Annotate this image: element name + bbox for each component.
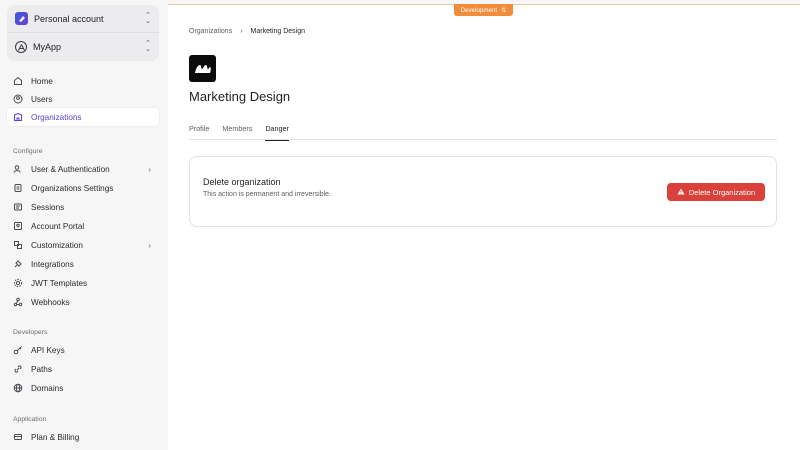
- key-icon: [13, 345, 23, 355]
- environment-badge-label: Development: [460, 6, 498, 14]
- app-label: MyApp: [33, 42, 62, 52]
- sidebar-item-label: Plan & Billing: [31, 432, 80, 442]
- chevron-right-icon: ›: [148, 240, 151, 250]
- tab-danger[interactable]: Danger: [265, 122, 289, 141]
- sidebar-item-label: Customization: [31, 240, 83, 250]
- breadcrumb-organizations-link[interactable]: Organizations: [189, 28, 232, 35]
- sidebar-item-organizations-settings[interactable]: Organizations Settings: [7, 179, 159, 197]
- user-auth-icon: [13, 164, 23, 174]
- application-nav: Application Plan & Billing: [7, 409, 159, 446]
- webhook-icon: [13, 297, 23, 307]
- app-switcher[interactable]: MyApp ⌃ ⌄: [7, 33, 159, 61]
- sidebar-item-users[interactable]: Users: [7, 90, 159, 108]
- portal-icon: [13, 221, 23, 231]
- chevron-updown-icon: ⌃ ⌄: [145, 11, 151, 25]
- sidebar-item-webhooks[interactable]: Webhooks: [7, 293, 159, 311]
- swap-icon: ⇅: [501, 6, 507, 14]
- organization-logo: [189, 55, 216, 82]
- chevron-updown-icon: ⌃ ⌄: [145, 40, 151, 53]
- sidebar-item-account-portal[interactable]: Account Portal: [7, 217, 159, 235]
- sidebar-item-jwt-templates[interactable]: JWT Templates: [7, 274, 159, 292]
- sidebar-item-organizations[interactable]: Organizations: [7, 108, 159, 126]
- plug-icon: [13, 259, 23, 269]
- main-panel: Organizations › Marketing Design Marketi…: [168, 4, 800, 450]
- sidebar-item-label: Domains: [31, 383, 64, 393]
- section-title-application: Application: [13, 416, 47, 423]
- sidebar-item-label: Integrations: [31, 259, 74, 269]
- sidebar-item-label: API Keys: [31, 345, 65, 355]
- breadcrumb-current: Marketing Design: [250, 28, 306, 35]
- sidebar-item-label: Organizations: [31, 112, 82, 122]
- warning-icon: [677, 188, 685, 197]
- link-icon: [13, 364, 23, 374]
- danger-card-title: Delete organization: [203, 177, 281, 187]
- account-label: Personal account: [34, 13, 104, 24]
- configure-nav: Configure User & Authentication › Organi…: [7, 141, 159, 311]
- sidebar-item-home[interactable]: Home: [7, 72, 159, 90]
- globe-icon: [13, 383, 23, 393]
- sidebar-item-domains[interactable]: Domains: [7, 379, 159, 397]
- app-logo-icon: [15, 41, 27, 53]
- page-title: Marketing Design: [189, 89, 291, 104]
- breadcrumb-separator-icon: ›: [240, 28, 243, 35]
- gear-icon: [13, 278, 23, 288]
- billing-icon: [13, 432, 23, 442]
- chevron-right-icon: ›: [148, 164, 151, 174]
- sidebar-item-user-authentication[interactable]: User & Authentication ›: [7, 160, 159, 178]
- sidebar-item-label: Sessions: [31, 202, 65, 212]
- sidebar-item-label: Users: [31, 94, 53, 104]
- breadcrumb: Organizations › Marketing Design: [189, 28, 305, 35]
- tab-profile[interactable]: Profile: [189, 122, 209, 140]
- developers-nav: Developers API Keys Paths Domains: [7, 322, 159, 397]
- sidebar-item-label: User & Authentication: [31, 164, 110, 174]
- sidebar-item-label: Paths: [31, 364, 52, 374]
- sidebar-item-label: Organizations Settings: [31, 183, 114, 193]
- sidebar-item-sessions[interactable]: Sessions: [7, 198, 159, 216]
- tab-bar: Profile Members Danger: [189, 122, 777, 141]
- sidebar-item-label: JWT Templates: [31, 278, 88, 288]
- sidebar-item-paths[interactable]: Paths: [7, 360, 159, 378]
- clipboard-icon: [13, 183, 23, 193]
- delete-organization-label: Delete Organization: [688, 187, 756, 197]
- delete-organization-card: Delete organization This action is perma…: [189, 156, 777, 227]
- danger-card-description: This action is permanent and irreversibl…: [203, 191, 332, 198]
- tab-members[interactable]: Members: [222, 122, 252, 140]
- account-logo-icon: [15, 12, 28, 25]
- sidebar-item-plan-billing[interactable]: Plan & Billing: [7, 428, 159, 446]
- sidebar-item-label: Account Portal: [31, 221, 85, 231]
- main-nav: Home Users Organizations: [7, 72, 159, 126]
- sessions-icon: [13, 202, 23, 212]
- customization-icon: [13, 240, 23, 250]
- sidebar-item-label: Home: [31, 76, 53, 86]
- section-title-configure: Configure: [13, 148, 43, 155]
- sidebar: Personal account ⌃ ⌄ MyApp ⌃ ⌄ Home Users …: [0, 0, 168, 450]
- sidebar-item-customization[interactable]: Customization ›: [7, 236, 159, 254]
- account-switcher[interactable]: Personal account ⌃ ⌄: [7, 5, 159, 33]
- user-circle-icon: [13, 94, 23, 104]
- section-title-developers: Developers: [13, 329, 48, 336]
- sidebar-item-label: Webhooks: [31, 297, 70, 307]
- home-icon: [13, 76, 23, 86]
- sidebar-item-api-keys[interactable]: API Keys: [7, 341, 159, 359]
- building-icon: [13, 112, 23, 122]
- environment-badge[interactable]: Development ⇅: [454, 4, 513, 16]
- delete-organization-button[interactable]: Delete Organization: [667, 183, 765, 201]
- sidebar-item-integrations[interactable]: Integrations: [7, 255, 159, 273]
